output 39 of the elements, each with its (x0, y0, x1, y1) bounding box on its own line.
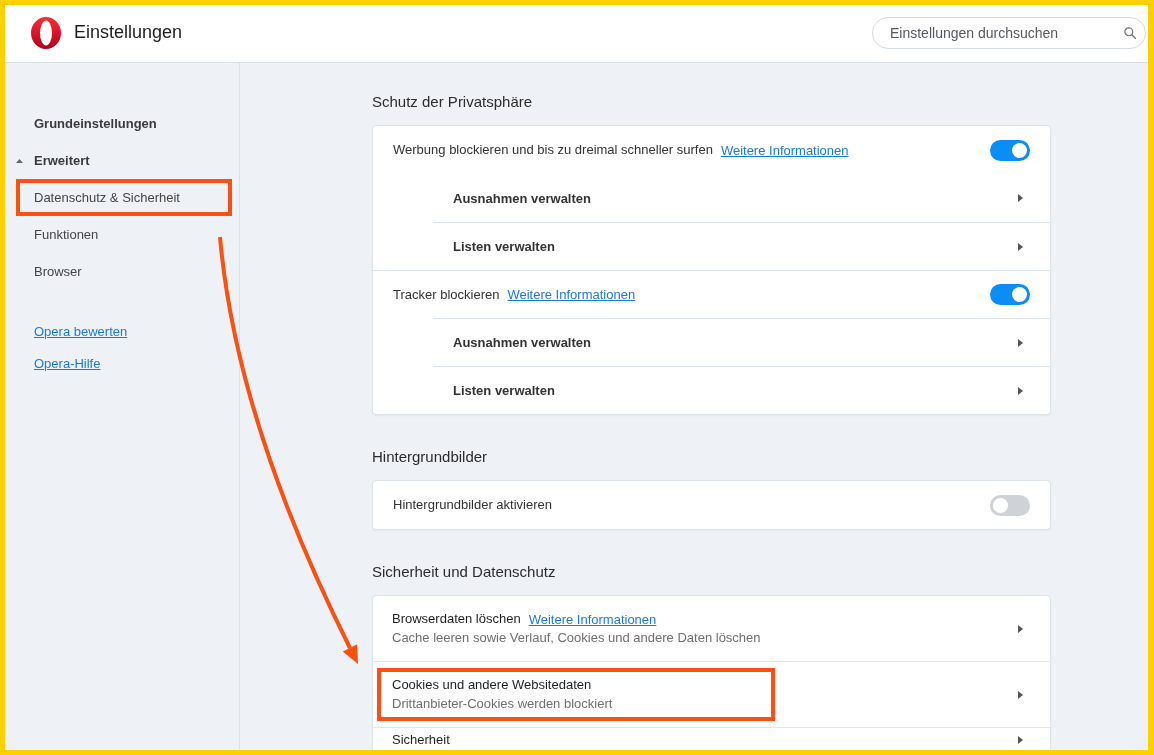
chevron-right-icon (1018, 690, 1023, 699)
more-info-link[interactable]: Weitere Informationen (528, 611, 657, 627)
chevron-right-icon (1018, 242, 1023, 251)
section-title: Hintergrundbilder (372, 447, 489, 467)
setting-title: Cookies und andere Websitedaten (392, 676, 592, 694)
setting-label: Werbung blockieren und bis zu dreimal schneller surfen (393, 141, 713, 159)
search-field[interactable]: Einstellungen durchsuchen (872, 16, 1146, 49)
sidebar-link[interactable]: Opera bewerten (34, 323, 128, 339)
page-title: Einstellungen (74, 22, 183, 43)
setting-title: Browserdaten löschen (392, 610, 521, 628)
logo-icon (30, 16, 62, 49)
sidebar-link[interactable]: Opera-Hilfe (34, 355, 101, 371)
subpage-row[interactable]: Ausnahmen verwalten (433, 174, 1050, 222)
toggle-switch[interactable] (990, 284, 1030, 305)
chevron-right-icon (1018, 194, 1023, 202)
chevron-right-icon (1018, 386, 1023, 395)
nav-item[interactable]: Grundeinstellungen (16, 105, 232, 142)
setting-title: Sicherheit (392, 732, 450, 748)
setting-label: Hintergrundbilder aktivieren (393, 496, 552, 514)
setting-description: Cache leeren sowie Verlauf, Cookies und andere Daten löschen (392, 629, 761, 647)
nav-item[interactable]: Browser (16, 253, 232, 290)
toggle-switch[interactable] (990, 139, 1030, 161)
toggle-switch[interactable] (990, 494, 1030, 516)
nav-item[interactable]: Funktionen (16, 216, 232, 253)
subpage-row[interactable]: Ausnahmen verwalten (433, 318, 1050, 366)
chevron-right-icon (1018, 736, 1023, 744)
chevron-right-icon (1018, 338, 1023, 347)
nav-item[interactable]: Datenschutz & Sicherheit (16, 179, 232, 216)
more-info-link[interactable]: Weitere Informationen (507, 287, 636, 302)
subpage-row[interactable]: Listen verwalten (433, 366, 1050, 414)
chevron-right-icon (1018, 624, 1023, 633)
search-icon (1124, 26, 1136, 39)
setting-label: Tracker blockieren (393, 285, 500, 304)
more-info-link[interactable]: Weitere Informationen (720, 142, 849, 158)
nav-item[interactable]: Erweitert (16, 142, 232, 179)
setting-description: Drittanbieter-Cookies werden blockiert (392, 695, 614, 713)
subpage-row[interactable]: Listen verwalten (433, 222, 1050, 270)
section-title: Sicherheit und Datenschutz (372, 562, 557, 582)
section-title: Schutz der Privatsphäre (372, 92, 534, 112)
